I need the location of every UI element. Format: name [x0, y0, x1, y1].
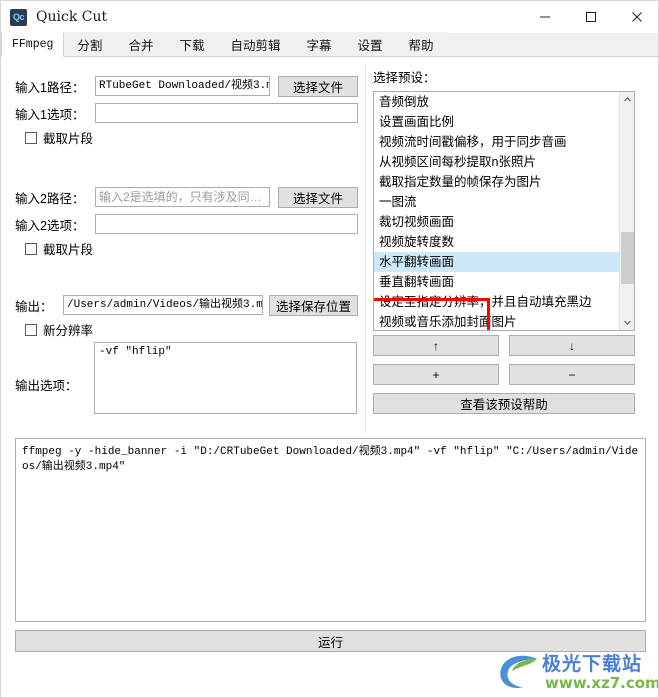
chevron-up-icon [624, 96, 631, 102]
input1-path-label: 输入1路径： [15, 80, 85, 95]
input1-clip-checkbox-row[interactable]: 截取片段 [25, 128, 93, 147]
preset-list[interactable]: 音频倒放 设置画面比例 视频流时间戳偏移，用于同步音画 从视频区间每秒提取n张照… [374, 92, 619, 330]
preset-item-vertical-flip[interactable]: 垂直翻转画面 [374, 272, 619, 292]
pane-divider [365, 63, 366, 433]
input1-path-input[interactable]: RTubeGet Downloaded/视频3.mp4 [95, 76, 270, 96]
new-resolution-checkbox[interactable] [25, 323, 37, 336]
input2-options-label: 输入2选项： [15, 218, 85, 233]
input1-clip-label: 截取片段 [43, 132, 94, 146]
preset-item-crop-video[interactable]: 裁切视频画面 [374, 212, 619, 232]
preset-view-help-button[interactable]: 查看该预设帮助 [373, 393, 635, 414]
input1-options-input[interactable] [95, 103, 358, 123]
input1-path-row: 输入1路径： RTubeGet Downloaded/视频3.mp4 选择文件 [15, 75, 358, 97]
output-browse-button[interactable]: 选择保存位置 [269, 294, 358, 316]
tab-ffmpeg[interactable]: FFmpeg [1, 33, 65, 57]
chevron-down-icon [624, 320, 631, 326]
preset-item-set-aspect-ratio[interactable]: 设置画面比例 [374, 112, 619, 132]
input2-options-row: 输入2选项： [15, 213, 358, 235]
command-output-textarea[interactable]: ffmpeg -y -hide_banner -i "D:/CRTubeGet … [15, 438, 646, 622]
output-path-input[interactable]: /Users/admin/Videos/输出视频3.mp4 [63, 295, 263, 315]
input2-clip-checkbox-row[interactable]: 截取片段 [25, 239, 93, 258]
preset-move-row: ↑ ↓ [373, 335, 635, 356]
preset-item-timestamp-offset[interactable]: 视频流时间戳偏移，用于同步音画 [374, 132, 619, 152]
input2-path-label: 输入2路径： [15, 191, 85, 206]
tab-subtitle[interactable]: 字幕 [293, 32, 345, 56]
ffmpeg-form: 输入1路径： RTubeGet Downloaded/视频3.mp4 选择文件 … [15, 67, 365, 437]
input2-path-input[interactable]: 输入2是选填的，只有涉及同… [95, 187, 270, 207]
tab-download[interactable]: 下载 [166, 32, 218, 56]
preset-add-button[interactable]: + [373, 364, 499, 385]
input1-options-row: 输入1选项： [15, 102, 358, 124]
preset-list-container: 音频倒放 设置画面比例 视频流时间戳偏移，用于同步音画 从视频区间每秒提取n张照… [373, 91, 635, 331]
preset-action-buttons: ↑ ↓ + − 查看该预设帮助 [373, 335, 635, 414]
new-resolution-label: 新分辨率 [43, 324, 94, 338]
maximize-button[interactable] [568, 1, 614, 33]
output-options-textarea[interactable]: -vf "hflip" [94, 342, 357, 414]
tab-settings[interactable]: 设置 [344, 32, 396, 56]
preset-item-single-image-stream[interactable]: 一图流 [374, 192, 619, 212]
preset-item-capture-frames[interactable]: 截取指定数量的帧保存为图片 [374, 172, 619, 192]
scroll-down-arrow-icon[interactable] [620, 315, 634, 330]
run-button[interactable]: 运行 [15, 630, 646, 652]
input1-options-label: 输入1选项： [15, 107, 85, 122]
app-icon: Qc [10, 8, 27, 26]
minimize-button[interactable] [522, 1, 568, 33]
preset-remove-button[interactable]: − [509, 364, 635, 385]
input1-browse-button[interactable]: 选择文件 [278, 75, 358, 97]
input2-clip-label: 截取片段 [43, 243, 94, 257]
title-bar: Qc Quick Cut [1, 1, 658, 33]
scroll-up-arrow-icon[interactable] [620, 92, 634, 107]
close-icon [632, 12, 642, 22]
output-path-row: 输出： /Users/admin/Videos/输出视频3.mp4 选择保存位置 [15, 294, 358, 316]
input2-browse-button[interactable]: 选择文件 [278, 186, 358, 208]
tab-merge[interactable]: 合并 [115, 32, 167, 56]
preset-item-add-cover-image[interactable]: 视频或音乐添加封面图片 [374, 312, 619, 330]
output-options-label: 输出选项： [15, 379, 78, 393]
window-controls [522, 1, 658, 33]
main-content: 输入1路径： RTubeGet Downloaded/视频3.mp4 选择文件 … [1, 57, 658, 697]
tab-bar: FFmpeg 分割 合并 下载 自动剪辑 字幕 设置 帮助 [1, 32, 658, 57]
preset-item-audio-reverse[interactable]: 音频倒放 [374, 92, 619, 112]
window-title: Quick Cut [36, 9, 108, 25]
preset-pane: 选择预设： 音频倒放 设置画面比例 视频流时间戳偏移，用于同步音画 从视频区间每… [373, 67, 645, 414]
application-window: Qc Quick Cut FFmpeg 分割 合并 下载 自动剪辑 字幕 设置 … [0, 0, 659, 698]
tab-help[interactable]: 帮助 [395, 32, 447, 56]
preset-section-label: 选择预设： [373, 71, 436, 85]
tab-split[interactable]: 分割 [64, 32, 116, 56]
preset-item-set-resolution-pad[interactable]: 设定至指定分辨率，并且自动填充黑边 [374, 292, 619, 312]
scrollbar-thumb[interactable] [621, 232, 634, 284]
preset-item-rotate-video[interactable]: 视频旋转度数 [374, 232, 619, 252]
maximize-icon [586, 12, 596, 22]
input2-clip-checkbox[interactable] [25, 242, 37, 255]
preset-item-extract-n-photos[interactable]: 从视频区间每秒提取n张照片 [374, 152, 619, 172]
input2-path-row: 输入2路径： 输入2是选填的，只有涉及同… 选择文件 [15, 186, 358, 208]
new-resolution-checkbox-row[interactable]: 新分辨率 [25, 320, 93, 339]
minimize-icon [540, 16, 550, 18]
input1-clip-checkbox[interactable] [25, 131, 37, 144]
close-button[interactable] [614, 1, 658, 33]
tab-auto-edit[interactable]: 自动剪辑 [217, 32, 294, 56]
preset-move-up-button[interactable]: ↑ [373, 335, 499, 356]
preset-item-horizontal-flip[interactable]: 水平翻转画面 [374, 252, 619, 272]
preset-add-remove-row: + − [373, 364, 635, 385]
preset-move-down-button[interactable]: ↓ [509, 335, 635, 356]
input2-options-input[interactable] [95, 214, 358, 234]
output-path-label: 输出： [15, 299, 53, 314]
preset-list-scrollbar[interactable] [619, 92, 634, 330]
